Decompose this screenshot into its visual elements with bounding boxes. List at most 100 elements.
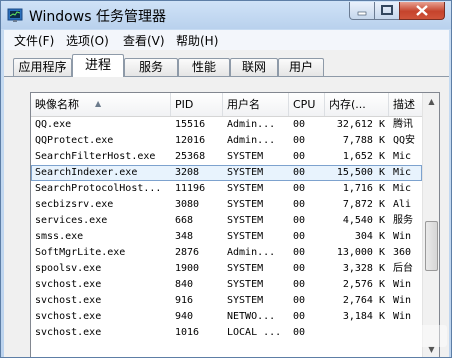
cell-cpu: 00 (293, 151, 306, 162)
table-row[interactable]: SearchIndexer.exe 3208 SYSTEM 00 15,500 K Mic (31, 165, 422, 181)
cell-cpu: 00 (293, 183, 306, 194)
column-image-name[interactable]: 映像名称 ▲ (31, 93, 171, 116)
cell-pid: 1016 (175, 327, 200, 338)
table-row[interactable]: QQProtect.exe 12016 Admin... 00 7,788 K QQ安 (31, 133, 422, 149)
cell-pid: 1900 (175, 263, 200, 274)
cell-user: SYSTEM (227, 295, 264, 306)
cell-memory: 3,328 K (342, 263, 385, 274)
cell-user: LOCAL ... (227, 327, 282, 338)
task-manager-window: Windows 任务管理器 文件(F) 选项(O) 查看(V) 帮助(H) 应用… (0, 0, 452, 358)
column-memory[interactable]: 内存(... (325, 93, 389, 116)
table-row[interactable]: spoolsv.exe 1900 SYSTEM 00 3,328 K 后台 (31, 261, 422, 277)
cell-pid: 668 (175, 215, 194, 226)
maximize-button[interactable] (374, 2, 400, 20)
cell-user: SYSTEM (227, 263, 264, 274)
cell-memory: 2,576 K (342, 279, 385, 290)
cell-cpu: 00 (293, 311, 306, 322)
cell-description: QQ安 (393, 135, 416, 146)
menu-options[interactable]: 选项(O) (66, 32, 109, 49)
cell-description: Win (393, 231, 412, 242)
cell-pid: 25368 (175, 151, 206, 162)
table-row[interactable]: QQ.exe 15516 Admin... 00 32,612 K 腾讯 (31, 117, 422, 133)
close-button[interactable] (399, 2, 445, 20)
menu-bar: 文件(F) 选项(O) 查看(V) 帮助(H) (4, 30, 449, 50)
title-bar[interactable]: Windows 任务管理器 (1, 1, 451, 29)
cell-cpu: 00 (293, 295, 306, 306)
cell-image-name: SearchIndexer.exe (35, 167, 138, 178)
table-row[interactable]: SearchFilterHost.exe 25368 SYSTEM 00 1,652 K… (31, 149, 422, 165)
cell-cpu: 00 (293, 247, 306, 258)
cell-image-name: svchost.exe (35, 327, 102, 338)
cell-pid: 11196 (175, 183, 206, 194)
cell-user: SYSTEM (227, 199, 264, 210)
table-row[interactable]: svchost.exe 840 SYSTEM 00 2,576 K Win (31, 277, 422, 293)
tab-networking[interactable]: 联网 (230, 58, 278, 76)
table-row[interactable]: svchost.exe 1016 LOCAL ... 00 (31, 325, 422, 341)
tab-applications[interactable]: 应用程序 (13, 58, 72, 76)
cell-user: SYSTEM (227, 183, 264, 194)
cell-image-name: QQ.exe (35, 119, 72, 130)
column-user[interactable]: 用户名 (223, 93, 289, 116)
cell-pid: 3208 (175, 167, 200, 178)
tab-strip: 应用程序 进程 服务 性能 联网 用户 (4, 50, 449, 77)
tab-services[interactable]: 服务 (124, 58, 178, 76)
scroll-up-icon[interactable]: ▲ (423, 93, 439, 110)
cell-image-name: SoftMgrLite.exe (35, 247, 126, 258)
cell-pid: 15516 (175, 119, 206, 130)
close-icon (416, 5, 428, 16)
cell-description: 360 (393, 247, 412, 258)
cell-memory: 7,788 K (342, 135, 385, 146)
column-cpu[interactable]: CPU (289, 93, 325, 116)
cell-pid: 916 (175, 295, 194, 306)
table-row[interactable]: svchost.exe 916 SYSTEM 00 2,764 K Win (31, 293, 422, 309)
cell-memory: 32,612 K (336, 119, 385, 130)
cell-cpu: 00 (293, 119, 306, 130)
cell-cpu: 00 (293, 199, 306, 210)
cell-image-name: spoolsv.exe (35, 263, 102, 274)
tab-performance[interactable]: 性能 (178, 58, 230, 76)
minimize-button[interactable] (349, 2, 375, 20)
table-row[interactable]: secbizsrv.exe 3080 SYSTEM 00 7,872 K Ali (31, 197, 422, 213)
cell-user: SYSTEM (227, 167, 264, 178)
table-row[interactable]: smss.exe 348 SYSTEM 00 304 K Win (31, 229, 422, 245)
table-row[interactable]: SoftMgrLite.exe 2876 Admin... 00 13,000 K 360 (31, 245, 422, 261)
cell-cpu: 00 (293, 135, 306, 146)
cell-pid: 2876 (175, 247, 200, 258)
cell-cpu: 00 (293, 279, 306, 290)
cell-user: Admin... (227, 119, 276, 130)
tab-processes[interactable]: 进程 (72, 54, 124, 77)
cell-user: NETWO... (227, 311, 276, 322)
column-description[interactable]: 描述 (389, 93, 422, 116)
cell-memory: 13,000 K (336, 247, 385, 258)
cell-memory: 4,540 K (342, 215, 385, 226)
menu-file[interactable]: 文件(F) (14, 32, 54, 49)
cell-pid: 12016 (175, 135, 206, 146)
tab-users[interactable]: 用户 (278, 58, 324, 76)
menu-help[interactable]: 帮助(H) (176, 32, 218, 49)
cell-cpu: 00 (293, 231, 306, 242)
table-row[interactable]: services.exe 668 SYSTEM 00 4,540 K 服务 (31, 213, 422, 229)
column-pid[interactable]: PID (171, 93, 223, 116)
sort-ascending-icon: ▲ (95, 99, 102, 108)
cell-pid: 940 (175, 311, 194, 322)
cell-image-name: svchost.exe (35, 295, 102, 306)
table-row[interactable]: svchost.exe 940 NETWO... 00 3,184 K Win (31, 309, 422, 325)
cell-memory: 304 K (354, 231, 385, 242)
cell-memory: 15,500 K (336, 167, 385, 178)
cell-user: Admin... (227, 135, 276, 146)
cell-user: SYSTEM (227, 279, 264, 290)
cell-description: Mic (393, 151, 412, 162)
cell-memory: 1,652 K (342, 151, 385, 162)
cell-description: 服务 (393, 215, 413, 226)
scroll-thumb[interactable] (425, 221, 438, 271)
cell-image-name: SearchFilterHost.exe (35, 151, 156, 162)
cell-cpu: 00 (293, 263, 306, 274)
cell-pid: 348 (175, 231, 194, 242)
cell-pid: 3080 (175, 199, 200, 210)
cell-image-name: smss.exe (35, 231, 84, 242)
menu-view[interactable]: 查看(V) (123, 32, 165, 49)
cell-user: SYSTEM (227, 215, 264, 226)
table-row[interactable]: SearchProtocolHost... 11196 SYSTEM 00 1,716 … (31, 181, 422, 197)
cell-description: Ali (393, 199, 412, 210)
maximize-icon (381, 5, 393, 15)
